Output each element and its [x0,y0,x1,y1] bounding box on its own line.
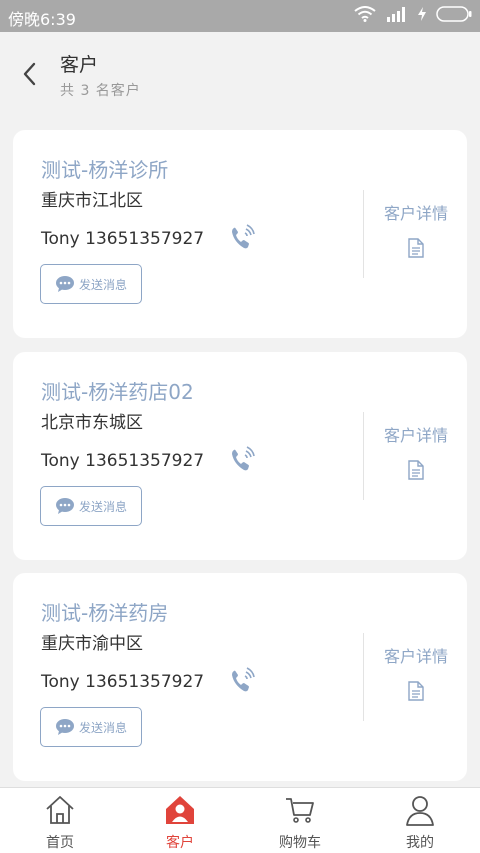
tab-profile[interactable]: 我的 [360,788,480,853]
customer-card[interactable]: 测试-杨洋诊所 重庆市江北区 Tony 13651357927 发送消息 客户详… [13,130,467,338]
send-message-button[interactable]: 发送消息 [40,264,142,304]
page-title: 客户 [60,54,99,76]
document-icon [408,238,424,258]
send-message-button[interactable]: 发送消息 [40,707,142,747]
customer-icon [166,796,194,824]
tab-customer[interactable]: 客户 [120,788,240,853]
customer-name[interactable]: 测试-杨洋诊所 [41,154,168,183]
customer-contact: Tony 13651357927 [41,672,205,692]
phone-icon[interactable] [229,224,255,252]
chat-bubble-icon [55,276,74,292]
profile-icon [406,796,434,826]
tab-label: 首页 [46,835,74,851]
card-divider [363,190,364,278]
card-divider [363,412,364,500]
tab-home[interactable]: 首页 [0,788,120,853]
customer-name[interactable]: 测试-杨洋药房 [41,597,168,626]
customer-address: 重庆市渝中区 [41,634,143,654]
status-icons [354,6,472,22]
home-icon [46,796,74,824]
tab-label: 客户 [166,835,194,851]
customer-detail-label: 客户详情 [383,426,448,445]
tab-label: 我的 [406,835,434,851]
tab-cart[interactable]: 购物车 [240,788,360,853]
customer-count: 共 3 名客户 [60,83,141,99]
send-message-label: 发送消息 [78,720,127,735]
signal-icon [387,7,405,22]
phone-icon[interactable] [229,446,255,474]
customer-detail-button[interactable]: 客户详情 [375,643,457,705]
phone-icon[interactable] [229,667,255,695]
customer-address: 重庆市江北区 [41,191,143,211]
send-message-label: 发送消息 [78,499,127,514]
status-bar: 傍晚6:39 [0,0,480,32]
document-icon [408,681,424,701]
chat-bubble-icon [55,498,74,514]
customer-card[interactable]: 测试-杨洋药店02 北京市东城区 Tony 13651357927 发送消息 客… [13,352,467,560]
customer-card[interactable]: 测试-杨洋药房 重庆市渝中区 Tony 13651357927 发送消息 客户详… [13,573,467,781]
send-message-button[interactable]: 发送消息 [40,486,142,526]
customer-detail-button[interactable]: 客户详情 [375,200,457,262]
chat-bubble-icon [55,719,74,735]
customer-address: 北京市东城区 [41,413,143,433]
customer-contact: Tony 13651357927 [41,451,205,471]
page-header: 客户 共 3 名客户 [0,32,480,112]
document-icon [408,460,424,480]
back-arrow-icon[interactable] [18,60,42,88]
customer-detail-button[interactable]: 客户详情 [375,422,457,484]
status-time: 傍晚6:39 [8,10,76,29]
battery-icon [436,6,472,22]
charging-icon [418,7,426,21]
customer-detail-label: 客户详情 [383,647,448,666]
bottom-tab-bar: 首页 客户 购物车 我的 [0,787,480,853]
customer-name[interactable]: 测试-杨洋药店02 [41,376,194,405]
customer-contact: Tony 13651357927 [41,229,205,249]
send-message-label: 发送消息 [78,277,127,292]
tab-label: 购物车 [279,835,321,851]
card-divider [363,633,364,721]
wifi-icon [354,6,376,22]
cart-icon [286,798,314,823]
customer-detail-label: 客户详情 [383,204,448,223]
